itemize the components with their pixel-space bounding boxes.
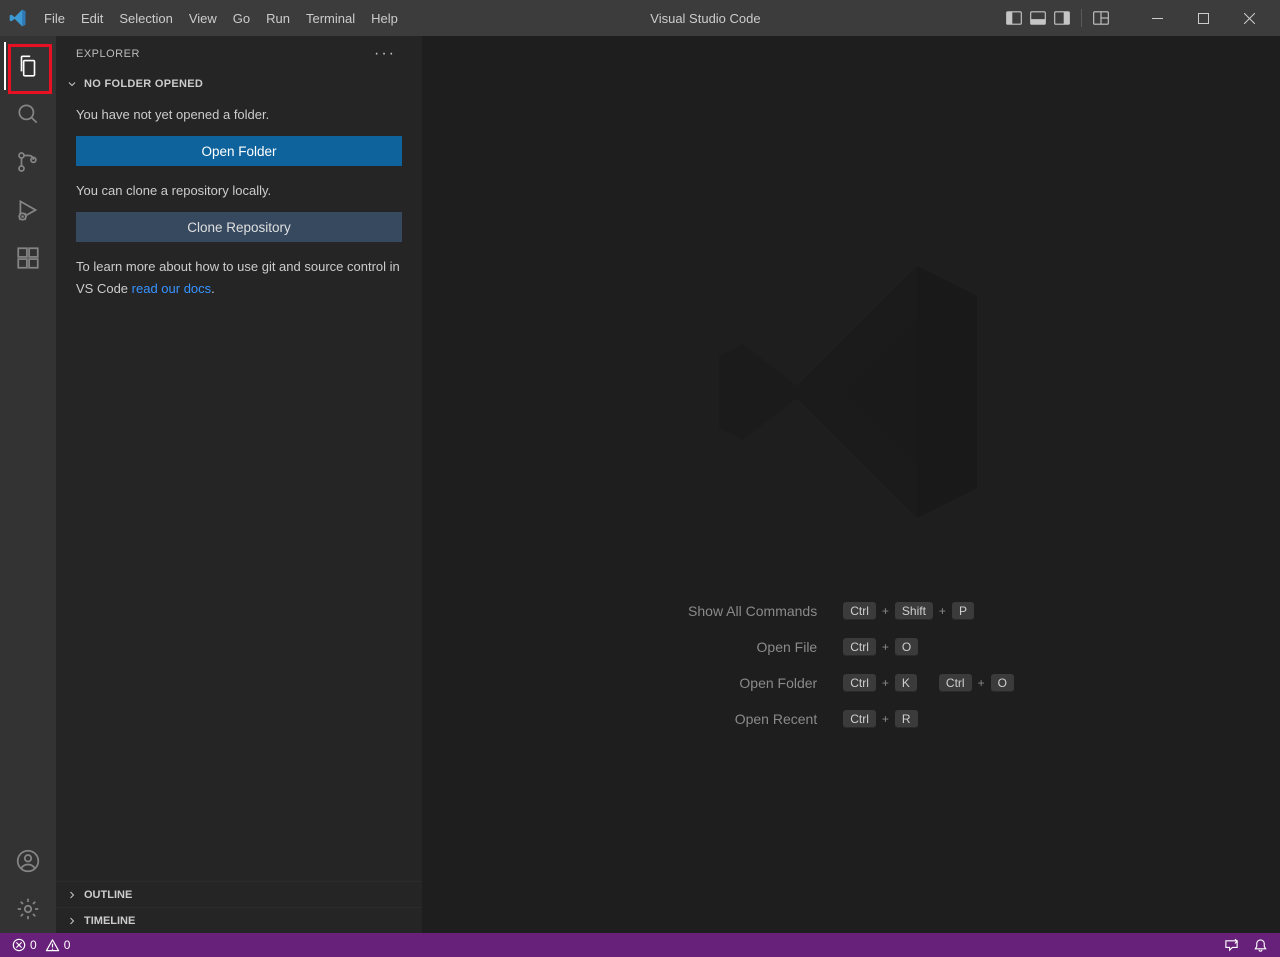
menu-file[interactable]: File [36, 0, 73, 36]
chevron-right-icon [64, 887, 80, 903]
plus-separator: + [882, 604, 889, 618]
error-icon [12, 938, 26, 952]
menu-view[interactable]: View [181, 0, 225, 36]
editor-area: Show All Commands Ctrl + Shift + P Open File Ct… [422, 36, 1280, 933]
shortcuts-list: Show All Commands Ctrl + Shift + P Open File Ct… [688, 602, 1014, 728]
layout-divider [1081, 9, 1082, 27]
toggle-panel-icon[interactable] [1029, 9, 1047, 27]
shortcut-keys: Ctrl + O [843, 638, 1014, 656]
activity-source-control[interactable] [4, 138, 52, 186]
shortcut-keys: Ctrl + Shift + P [843, 602, 1014, 620]
menu-bar: File Edit Selection View Go Run Terminal… [36, 0, 406, 36]
sidebar: EXPLORER ··· No Folder Opened You have n… [56, 36, 422, 933]
activity-bar [0, 36, 56, 933]
toggle-secondary-sidebar-icon[interactable] [1053, 9, 1071, 27]
outline-label: Outline [84, 889, 132, 901]
key: Shift [895, 602, 933, 620]
read-docs-link[interactable]: read our docs [132, 281, 212, 296]
toggle-primary-sidebar-icon[interactable] [1005, 9, 1023, 27]
key: K [895, 674, 917, 692]
vscode-watermark-icon [701, 242, 1001, 542]
vscode-logo-icon [8, 8, 28, 28]
shortcut-label: Show All Commands [688, 603, 817, 619]
menu-edit[interactable]: Edit [73, 0, 111, 36]
no-folder-msg3: To learn more about how to use git and s… [76, 256, 402, 300]
key: R [895, 710, 918, 728]
title-bar: File Edit Selection View Go Run Terminal… [0, 0, 1280, 36]
section-timeline-header[interactable]: Timeline [56, 907, 422, 933]
activity-search[interactable] [4, 90, 52, 138]
no-folder-label: No Folder Opened [84, 78, 203, 90]
key: O [895, 638, 918, 656]
menu-run[interactable]: Run [258, 0, 298, 36]
warning-count: 0 [64, 938, 71, 952]
status-notifications[interactable] [1249, 938, 1272, 953]
shortcut-label: Open Folder [688, 675, 817, 691]
plus-separator: + [882, 640, 889, 654]
shortcut-keys: Ctrl + K Ctrl + O [843, 674, 1014, 692]
close-button[interactable] [1226, 0, 1272, 36]
plus-separator: + [939, 604, 946, 618]
status-feedback[interactable] [1220, 938, 1243, 953]
plus-separator: + [978, 676, 985, 690]
status-bar: 0 0 [0, 933, 1280, 957]
minimize-button[interactable] [1134, 0, 1180, 36]
menu-terminal[interactable]: Terminal [298, 0, 363, 36]
key: Ctrl [843, 674, 876, 692]
activity-run-debug[interactable] [4, 186, 52, 234]
status-problems[interactable]: 0 0 [8, 938, 74, 953]
activity-explorer[interactable] [4, 42, 52, 90]
menu-go[interactable]: Go [225, 0, 258, 36]
no-folder-msg2: You can clone a repository locally. [76, 180, 402, 202]
chevron-right-icon [64, 913, 80, 929]
maximize-button[interactable] [1180, 0, 1226, 36]
open-folder-button[interactable]: Open Folder [76, 136, 402, 166]
menu-selection[interactable]: Selection [111, 0, 180, 36]
plus-separator: + [882, 712, 889, 726]
shortcut-label: Open File [688, 639, 817, 655]
key: Ctrl [843, 710, 876, 728]
key: Ctrl [843, 638, 876, 656]
customize-layout-icon[interactable] [1092, 9, 1110, 27]
shortcut-keys: Ctrl + R [843, 710, 1014, 728]
sidebar-more-icon[interactable]: ··· [374, 45, 402, 63]
shortcut-label: Open Recent [688, 711, 817, 727]
key: O [991, 674, 1014, 692]
section-no-folder-header[interactable]: No Folder Opened [56, 72, 422, 96]
layout-controls [1005, 9, 1110, 27]
chevron-down-icon [64, 76, 80, 92]
section-outline-header[interactable]: Outline [56, 881, 422, 907]
sidebar-title: EXPLORER [76, 48, 140, 60]
clone-repository-button[interactable]: Clone Repository [76, 212, 402, 242]
activity-extensions[interactable] [4, 234, 52, 282]
no-folder-msg1: You have not yet opened a folder. [76, 104, 402, 126]
key: P [952, 602, 974, 620]
activity-settings[interactable] [4, 885, 52, 933]
warning-icon [45, 938, 60, 953]
key: Ctrl [939, 674, 972, 692]
plus-separator: + [882, 676, 889, 690]
menu-help[interactable]: Help [363, 0, 406, 36]
error-count: 0 [30, 938, 37, 952]
timeline-label: Timeline [84, 915, 135, 927]
activity-accounts[interactable] [4, 837, 52, 885]
window-title: Visual Studio Code [406, 11, 1005, 26]
key: Ctrl [843, 602, 876, 620]
